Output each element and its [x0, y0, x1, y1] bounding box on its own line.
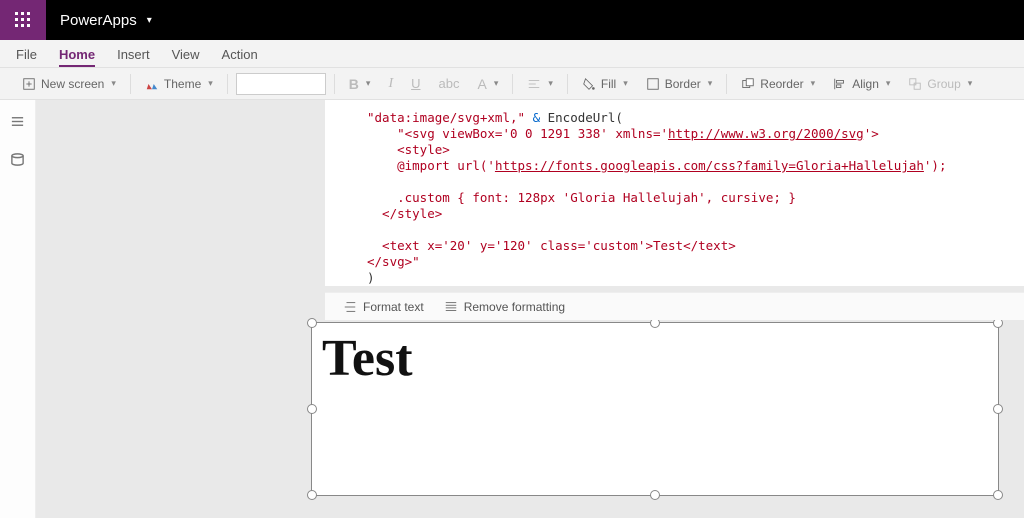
data-icon[interactable] [10, 152, 25, 170]
menu-home[interactable]: Home [59, 47, 95, 67]
menu-action[interactable]: Action [222, 47, 258, 67]
group-label: Group [927, 77, 960, 91]
ribbon: New screen ▾ Theme ▾ B▾ I U abc A▾ ▾ Fill ▾… [0, 68, 1024, 100]
underline-button[interactable]: U [405, 73, 426, 94]
format-text-button[interactable]: Format text [343, 300, 424, 314]
chevron-down-icon: ▾ [111, 78, 116, 89]
resize-handle[interactable] [650, 490, 660, 500]
bold-button[interactable]: B▾ [343, 73, 377, 95]
font-selector[interactable] [236, 73, 326, 95]
rendered-text: Test [312, 323, 998, 394]
separator [567, 74, 568, 94]
resize-handle[interactable] [993, 404, 1003, 414]
menu-file[interactable]: File [16, 47, 37, 67]
reorder-label: Reorder [760, 77, 803, 91]
resize-handle[interactable] [307, 318, 317, 328]
chevron-down-icon: ▾ [708, 78, 713, 89]
border-label: Border [665, 77, 701, 91]
new-screen-label: New screen [41, 77, 104, 91]
font-color-button[interactable]: A▾ [471, 73, 504, 95]
align-button[interactable]: Align ▾ [827, 74, 896, 94]
chevron-down-icon: ▾ [811, 78, 816, 89]
group-button[interactable]: Group ▾ [902, 74, 978, 94]
remove-formatting-button[interactable]: Remove formatting [444, 300, 565, 314]
strike-button[interactable]: abc [433, 73, 466, 94]
menu-insert[interactable]: Insert [117, 47, 150, 67]
fill-label: Fill [601, 77, 616, 91]
image-control[interactable]: Test [311, 322, 999, 496]
left-rail [0, 100, 36, 518]
menu-bar: File Home Insert View Action [0, 40, 1024, 68]
chevron-down-icon: ▾ [208, 78, 213, 89]
resize-handle[interactable] [993, 490, 1003, 500]
new-screen-button[interactable]: New screen ▾ [16, 74, 122, 94]
theme-label: Theme [164, 77, 201, 91]
theme-button[interactable]: Theme ▾ [139, 74, 219, 94]
separator [512, 74, 513, 94]
align-label: Align [852, 77, 879, 91]
chevron-down-icon: ▾ [494, 78, 499, 89]
formula-toolbar: Format text Remove formatting [325, 292, 1024, 320]
waffle-icon[interactable] [0, 0, 46, 40]
border-button[interactable]: Border ▾ [640, 74, 719, 94]
remove-formatting-label: Remove formatting [464, 300, 565, 314]
resize-handle[interactable] [307, 490, 317, 500]
text-align-button[interactable]: ▾ [521, 74, 559, 94]
formula-editor[interactable]: "data:image/svg+xml," & EncodeUrl( "<svg… [325, 100, 1024, 286]
chevron-down-icon: ▾ [968, 78, 973, 89]
chevron-down-icon: ▾ [886, 78, 891, 89]
fill-button[interactable]: Fill ▾ [576, 74, 634, 94]
chevron-down-icon: ▾ [548, 78, 553, 89]
separator [227, 74, 228, 94]
tree-view-icon[interactable] [10, 114, 25, 132]
title-bar: PowerApps ▾ [0, 0, 1024, 40]
chevron-down-icon[interactable]: ▾ [147, 15, 152, 26]
chevron-down-icon: ▾ [623, 78, 628, 89]
separator [726, 74, 727, 94]
app-title: PowerApps [46, 12, 147, 29]
separator [130, 74, 131, 94]
reorder-button[interactable]: Reorder ▾ [735, 74, 821, 94]
format-text-label: Format text [363, 300, 424, 314]
italic-button[interactable]: I [382, 73, 399, 95]
separator [334, 74, 335, 94]
resize-handle[interactable] [307, 404, 317, 414]
menu-view[interactable]: View [172, 47, 200, 67]
chevron-down-icon: ▾ [366, 78, 371, 89]
